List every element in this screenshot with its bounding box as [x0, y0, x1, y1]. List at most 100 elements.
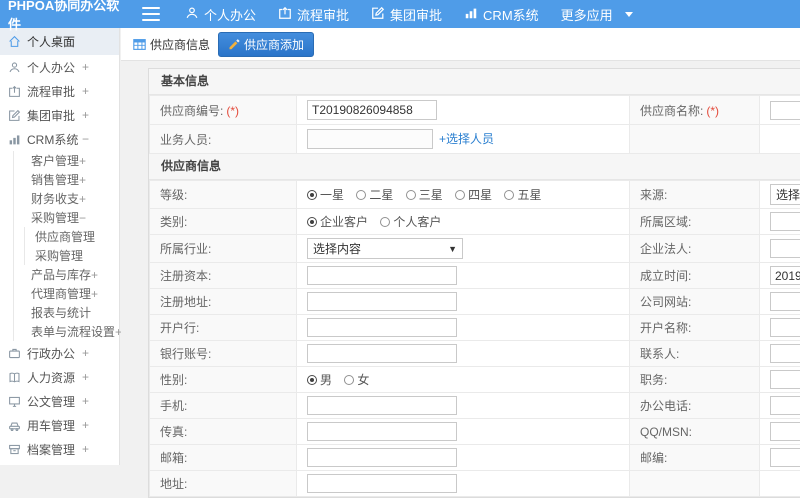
expand-icon[interactable]: + [82, 346, 89, 360]
legal-person-input[interactable] [770, 239, 800, 258]
sidebar-item-form-flow-settings[interactable]: 表单与流程设置 + [14, 322, 119, 341]
workflow-icon [278, 6, 292, 23]
radio-label[interactable]: 三星 [419, 188, 443, 202]
expand-icon[interactable]: + [79, 154, 86, 168]
expand-icon[interactable]: + [82, 418, 89, 432]
choose-staff-link[interactable]: +选择人员 [439, 132, 494, 146]
expand-icon[interactable]: + [82, 60, 89, 74]
sidebar-item-hr[interactable]: 人力资源 + [0, 365, 119, 389]
sidebar-item-document-mgmt[interactable]: 公文管理 + [0, 389, 119, 413]
sidebar-item-crm[interactable]: CRM系统 − [0, 127, 119, 151]
email-input[interactable] [307, 448, 457, 467]
staff-input[interactable] [307, 129, 433, 149]
sidebar-item-sales-mgmt[interactable]: 销售管理 + [14, 170, 119, 189]
sidebar-item-admin-office[interactable]: 行政办公 + [0, 341, 119, 365]
select-value: 选择内容 [313, 240, 361, 257]
address-input[interactable] [307, 474, 457, 493]
expand-icon[interactable]: + [82, 442, 89, 456]
sidebar-item-supplier-mgmt[interactable]: 供应商管理 [25, 227, 119, 246]
expand-icon[interactable]: + [82, 84, 89, 98]
sidebar-item-purchasing[interactable]: 采购管理 [25, 246, 119, 265]
industry-select[interactable]: 选择内容▼ [307, 238, 463, 259]
sidebar-item-workflow-approval[interactable]: 流程审批 + [0, 79, 119, 103]
sidebar-item-product-inventory[interactable]: 产品与库存 + [14, 265, 119, 284]
expand-icon[interactable]: + [79, 173, 86, 187]
radio-button[interactable] [406, 190, 416, 200]
region-input[interactable] [770, 212, 800, 231]
radio-button[interactable] [307, 375, 317, 385]
radio-button[interactable] [307, 217, 317, 227]
content-area: 基本信息 供应商编号:(*) 供应商名称:(*) 业务人员: +选择人员 供应商… [121, 61, 800, 465]
bank-no-input[interactable] [307, 344, 457, 363]
zip-input[interactable] [770, 448, 800, 467]
radio-label[interactable]: 二星 [369, 188, 393, 202]
sidebar-item-personal-office[interactable]: 个人办公 + [0, 55, 119, 79]
radio-label[interactable]: 个人客户 [393, 215, 441, 229]
person-icon [185, 6, 199, 23]
expand-icon[interactable]: + [82, 394, 89, 408]
website-input[interactable] [770, 292, 800, 311]
radio-button[interactable] [455, 190, 465, 200]
tab-supplier-info[interactable]: 供应商信息 [133, 36, 210, 53]
expand-icon[interactable]: + [82, 370, 89, 384]
radio-label[interactable]: 男 [320, 373, 332, 387]
required-mark: (*) [226, 104, 239, 118]
sidebar-item-group-approval[interactable]: 集团审批 + [0, 103, 119, 127]
sidebar-item-purchase-mgmt[interactable]: 采购管理 − [14, 208, 119, 227]
expand-icon[interactable]: + [91, 268, 98, 282]
source-select[interactable]: 选择内容▼ [770, 184, 800, 205]
sidebar-item-archive-mgmt[interactable]: 档案管理 + [0, 437, 119, 461]
founded-date-input[interactable] [770, 266, 800, 285]
collapse-icon[interactable]: − [82, 132, 89, 146]
radio-button[interactable] [380, 217, 390, 227]
job-title-input[interactable] [770, 370, 800, 389]
sidebar-item-finance[interactable]: 财务收支 + [14, 189, 119, 208]
radio-label[interactable]: 一星 [320, 188, 344, 202]
radio-label[interactable]: 五星 [517, 188, 541, 202]
hamburger-icon[interactable] [142, 7, 160, 21]
nav-item-workflow-approval[interactable]: 流程审批 [267, 0, 360, 28]
fax-input[interactable] [307, 422, 457, 441]
nav-item-group-approval[interactable]: 集团审批 [360, 0, 453, 28]
nav-item-crm[interactable]: CRM系统 [453, 0, 550, 28]
nav-item-personal-office[interactable]: 个人办公 [174, 0, 267, 28]
radio-button[interactable] [307, 190, 317, 200]
office-phone-input[interactable] [770, 396, 800, 415]
contact-input[interactable] [770, 344, 800, 363]
radio-button[interactable] [356, 190, 366, 200]
account-name-input[interactable] [770, 318, 800, 337]
supplier-form-panel: 基本信息 供应商编号:(*) 供应商名称:(*) 业务人员: +选择人员 供应商… [148, 68, 800, 498]
supplier-no-input[interactable] [307, 100, 437, 120]
qq-msn-input[interactable] [770, 422, 800, 441]
nav-item-more-apps[interactable]: 更多应用 [550, 0, 644, 28]
expand-icon[interactable]: + [82, 108, 89, 122]
reg-address-input[interactable] [307, 292, 457, 311]
sidebar-item-agent-mgmt[interactable]: 代理商管理 + [14, 284, 119, 303]
mobile-input[interactable] [307, 396, 457, 415]
sidebar-item-vehicle-mgmt[interactable]: 用车管理 + [0, 413, 119, 437]
capital-input[interactable] [307, 266, 457, 285]
industry-label: 所属行业: [160, 242, 211, 256]
collapse-icon[interactable]: − [79, 211, 86, 225]
main-area: 供应商信息 供应商添加 基本信息 供应商编号:(*) 供应商名称:(*) 业务人… [121, 28, 800, 465]
expand-icon[interactable]: + [79, 192, 86, 206]
radio-label[interactable]: 四星 [468, 188, 492, 202]
table-icon [133, 38, 146, 51]
tab-supplier-add[interactable]: 供应商添加 [218, 32, 314, 57]
sidebar-item-customer-mgmt[interactable]: 客户管理 + [14, 151, 119, 170]
website-label: 公司网站: [640, 295, 691, 309]
workflow-icon [8, 85, 21, 98]
sidebar-item-label: 个人办公 [27, 59, 75, 76]
radio-label[interactable]: 企业客户 [320, 215, 368, 229]
email-label: 邮箱: [160, 451, 187, 465]
radio-button[interactable] [344, 375, 354, 385]
supplier-name-input[interactable] [770, 101, 800, 120]
bank-input[interactable] [307, 318, 457, 337]
region-label: 所属区域: [640, 215, 691, 229]
radio-button[interactable] [504, 190, 514, 200]
account-name-label: 开户名称: [640, 321, 691, 335]
basic-info-table: 供应商编号:(*) 供应商名称:(*) 业务人员: +选择人员 [149, 95, 800, 154]
sidebar-item-reports[interactable]: 报表与统计 [14, 303, 119, 322]
radio-label[interactable]: 女 [357, 373, 369, 387]
expand-icon[interactable]: + [91, 287, 98, 301]
